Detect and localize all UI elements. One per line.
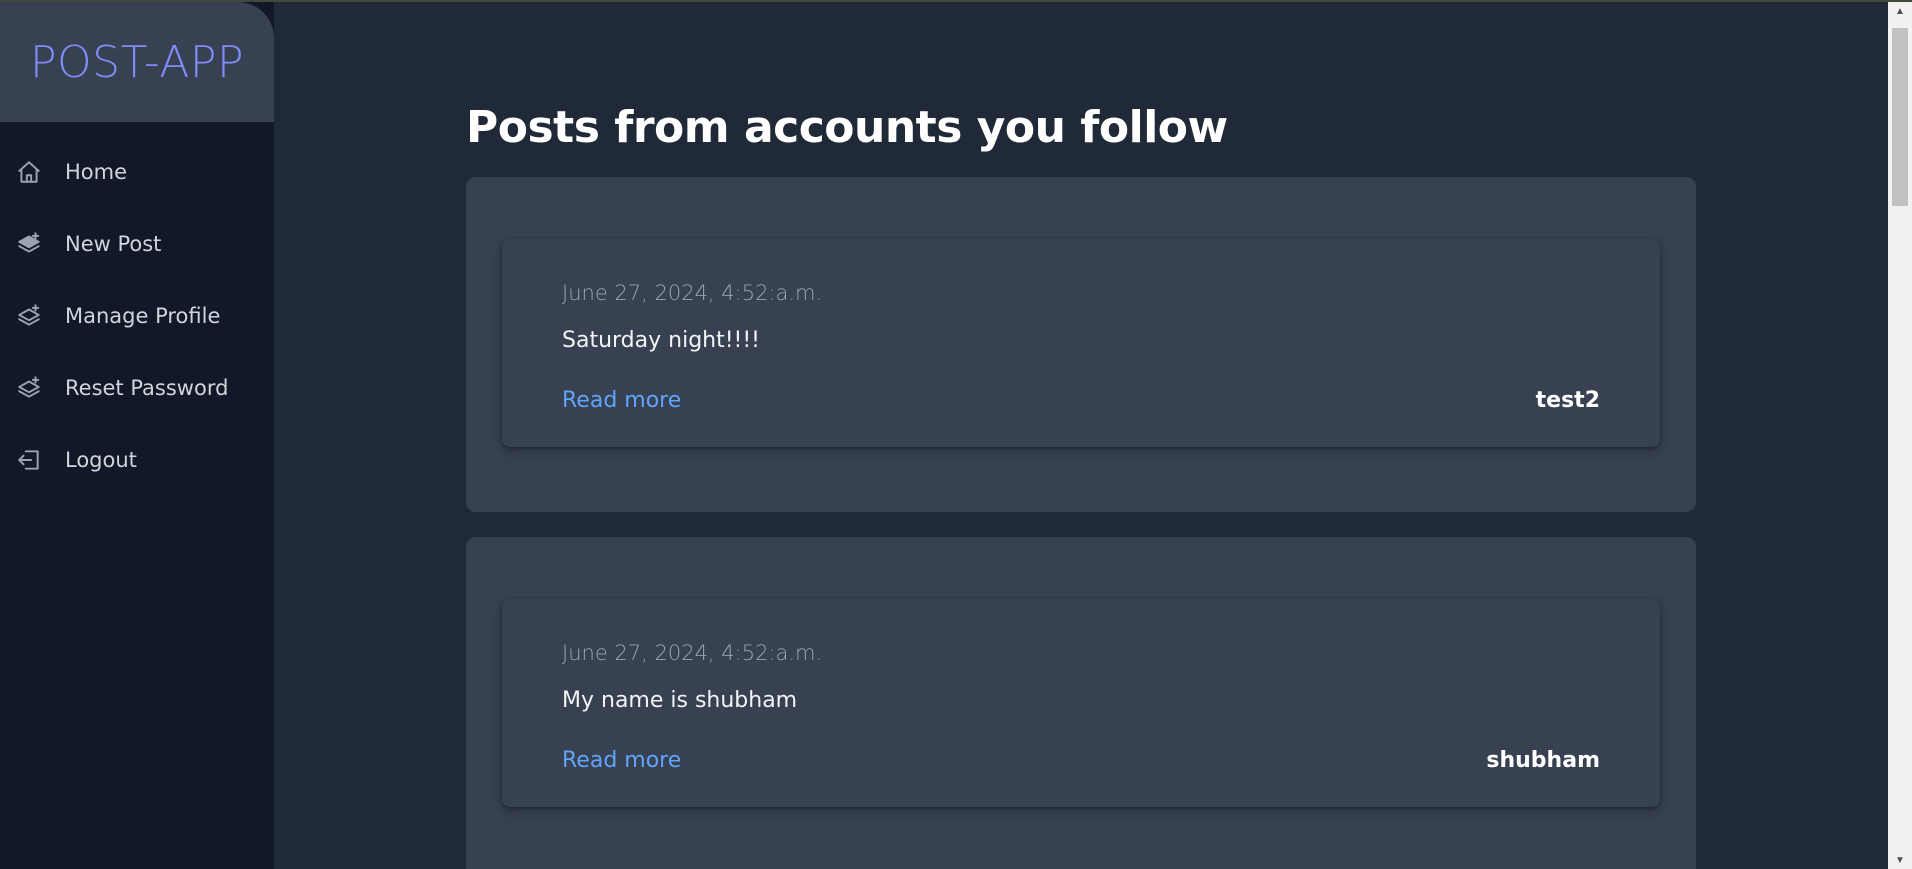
- brand-header: POST-APP: [0, 2, 274, 122]
- logout-icon: [16, 447, 42, 473]
- sidebar-item-label: Logout: [65, 448, 137, 472]
- sidebar-item-label: Reset Password: [65, 376, 229, 400]
- post-date: June 27, 2024, 4:52:a.m.: [562, 281, 823, 305]
- brand-logo[interactable]: POST-APP: [30, 37, 244, 88]
- sidebar-item-reset-password[interactable]: Reset Password: [0, 368, 274, 408]
- sidebar-item-label: New Post: [65, 232, 162, 256]
- post-inner: June 27, 2024, 4:52:a.m. Saturday night!…: [502, 239, 1660, 447]
- sidebar-item-new-post[interactable]: New Post: [0, 224, 274, 264]
- read-more-link[interactable]: Read more: [562, 748, 681, 773]
- home-icon: [16, 159, 42, 185]
- sidebar-item-logout[interactable]: Logout: [0, 440, 274, 480]
- sidebar-item-label: Home: [65, 160, 128, 184]
- layers-plus-icon: [16, 303, 42, 329]
- post-date: June 27, 2024, 4:52:a.m.: [562, 641, 823, 665]
- app-root: POST-APP Home New Post Manage Profile Re…: [0, 0, 1912, 869]
- sidebar: POST-APP Home New Post Manage Profile Re…: [0, 2, 274, 869]
- post-author: shubham: [1486, 748, 1600, 773]
- post-inner: June 27, 2024, 4:52:a.m. My name is shub…: [502, 599, 1660, 807]
- post-card: June 27, 2024, 4:52:a.m. Saturday night!…: [466, 177, 1696, 512]
- scroll-down-arrow-icon[interactable]: ▼: [1888, 851, 1912, 869]
- vertical-scrollbar[interactable]: ▲ ▼: [1888, 2, 1912, 869]
- scroll-up-arrow-icon[interactable]: ▲: [1888, 2, 1912, 20]
- post-body: Saturday night!!!!: [562, 328, 760, 353]
- read-more-link[interactable]: Read more: [562, 388, 681, 413]
- layers-icon: [16, 231, 42, 257]
- page-title: Posts from accounts you follow: [466, 102, 1228, 153]
- sidebar-item-home[interactable]: Home: [0, 152, 274, 192]
- post-body: My name is shubham: [562, 688, 798, 713]
- sidebar-item-manage-profile[interactable]: Manage Profile: [0, 296, 274, 336]
- scrollbar-thumb[interactable]: [1892, 28, 1908, 206]
- layers-plus-icon: [16, 375, 42, 401]
- post-card: June 27, 2024, 4:52:a.m. My name is shub…: [466, 537, 1696, 869]
- sidebar-nav: Home New Post Manage Profile Reset Passw…: [0, 152, 274, 512]
- sidebar-item-label: Manage Profile: [65, 304, 221, 328]
- post-author: test2: [1535, 388, 1600, 413]
- main-content: Posts from accounts you follow June 27, …: [274, 2, 1888, 869]
